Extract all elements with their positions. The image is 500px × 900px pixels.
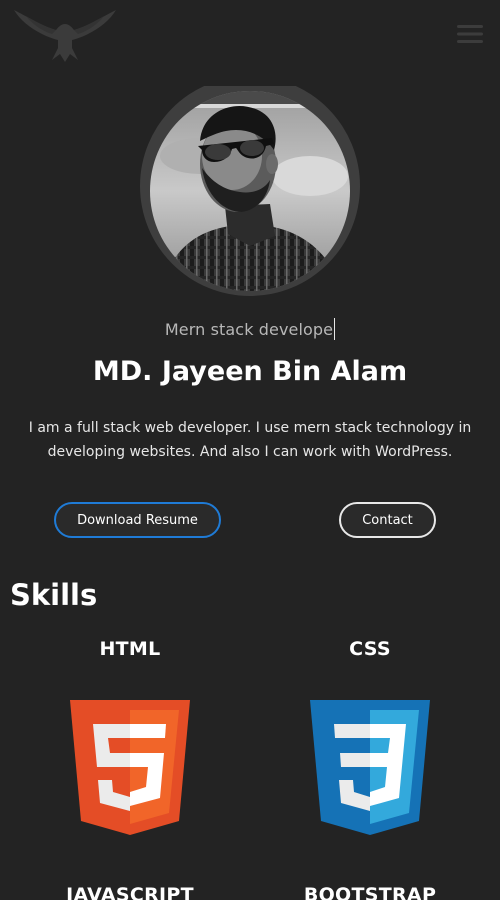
typing-cursor (334, 318, 336, 340)
role-subtitle: Mern stack develope (0, 318, 500, 340)
skills-heading: Skills (10, 578, 98, 612)
profile-name: MD. Jayeen Bin Alam (92, 356, 408, 387)
profile-bio: I am a full stack web developer. I use m… (28, 420, 472, 460)
skill-label-bootstrap: BOOTSTRAP (303, 884, 437, 900)
html5-icon (70, 700, 190, 835)
role-subtitle-text: Mern stack develope (164, 320, 334, 339)
skill-label-javascript: JAVASCRIPT (66, 884, 194, 900)
portfolio-page: Mern stack develope MD. Jayeen Bin Alam … (0, 0, 500, 900)
css3-icon (310, 700, 430, 835)
contact-button[interactable]: Contact (339, 502, 436, 538)
skill-label-css: CSS (349, 638, 391, 660)
skill-label-html: HTML (99, 638, 161, 660)
eagle-logo-icon[interactable] (12, 4, 118, 64)
download-resume-button[interactable]: Download Resume (54, 502, 221, 538)
profile-photo (140, 86, 360, 296)
hamburger-menu-icon[interactable] (457, 24, 483, 44)
